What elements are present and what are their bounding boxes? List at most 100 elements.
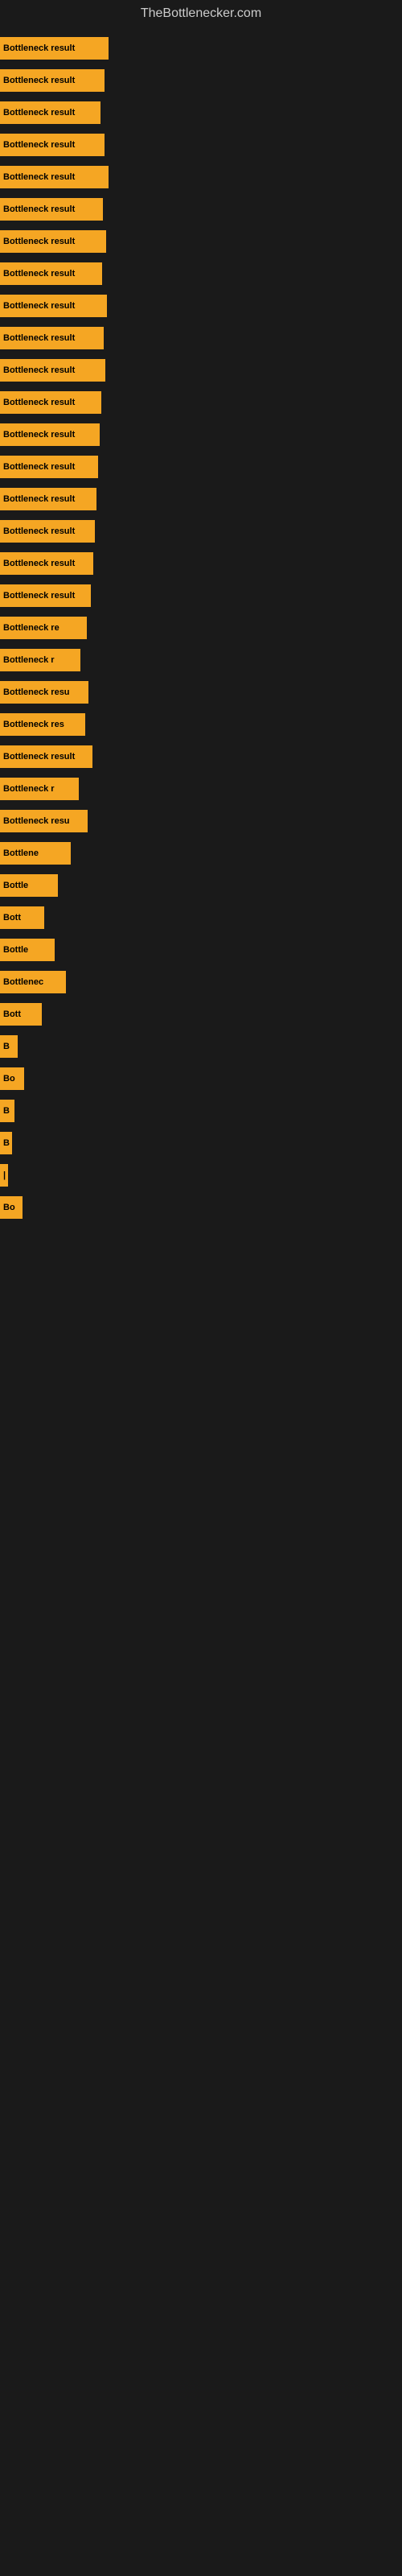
bar-label-12: Bottleneck result bbox=[3, 430, 75, 440]
bar-18: Bottleneck re bbox=[0, 617, 87, 639]
bar-row: Bottleneck result bbox=[0, 101, 402, 124]
bar-label-36: Bo bbox=[3, 1203, 15, 1212]
bar-label-9: Bottleneck result bbox=[3, 333, 75, 343]
bar-row: Bottleneck result bbox=[0, 198, 402, 221]
bar-label-16: Bottleneck result bbox=[3, 559, 75, 568]
bar-label-13: Bottleneck result bbox=[3, 462, 75, 472]
bar-label-29: Bottlenec bbox=[3, 977, 43, 987]
bar-label-25: Bottlene bbox=[3, 848, 39, 858]
bar-24: Bottleneck resu bbox=[0, 810, 88, 832]
bar-row: Bottleneck result bbox=[0, 69, 402, 92]
bar-23: Bottleneck r bbox=[0, 778, 79, 800]
bar-label-26: Bottle bbox=[3, 881, 28, 890]
bar-0: Bottleneck result bbox=[0, 37, 109, 60]
bar-row: B bbox=[0, 1132, 402, 1154]
bar-4: Bottleneck result bbox=[0, 166, 109, 188]
bar-row: Bottle bbox=[0, 874, 402, 897]
bar-label-1: Bottleneck result bbox=[3, 76, 75, 85]
bar-row: Bottleneck re bbox=[0, 617, 402, 639]
bar-row: Bottleneck result bbox=[0, 488, 402, 510]
bar-label-2: Bottleneck result bbox=[3, 108, 75, 118]
bar-label-35: | bbox=[3, 1170, 6, 1180]
bar-label-18: Bottleneck re bbox=[3, 623, 59, 633]
bar-2: Bottleneck result bbox=[0, 101, 100, 124]
bar-11: Bottleneck result bbox=[0, 391, 101, 414]
bar-row: Bottlene bbox=[0, 842, 402, 865]
bar-26: Bottle bbox=[0, 874, 58, 897]
bar-row: Bo bbox=[0, 1067, 402, 1090]
bar-row: Bottleneck r bbox=[0, 778, 402, 800]
bar-row: Bott bbox=[0, 906, 402, 929]
bar-label-3: Bottleneck result bbox=[3, 140, 75, 150]
bar-row: Bottleneck r bbox=[0, 649, 402, 671]
bar-10: Bottleneck result bbox=[0, 359, 105, 382]
bar-label-31: B bbox=[3, 1042, 10, 1051]
bar-label-23: Bottleneck r bbox=[3, 784, 55, 794]
bar-label-17: Bottleneck result bbox=[3, 591, 75, 601]
bar-19: Bottleneck r bbox=[0, 649, 80, 671]
bar-label-0: Bottleneck result bbox=[3, 43, 75, 53]
bar-row: Bottle bbox=[0, 939, 402, 961]
bar-33: B bbox=[0, 1100, 14, 1122]
bar-8: Bottleneck result bbox=[0, 295, 107, 317]
bar-35: | bbox=[0, 1164, 8, 1187]
bar-row: Bottleneck result bbox=[0, 552, 402, 575]
bar-15: Bottleneck result bbox=[0, 520, 95, 543]
bar-row: Bottleneck result bbox=[0, 359, 402, 382]
bar-12: Bottleneck result bbox=[0, 423, 100, 446]
bar-label-27: Bott bbox=[3, 913, 21, 923]
bar-label-10: Bottleneck result bbox=[3, 365, 75, 375]
bar-34: B bbox=[0, 1132, 12, 1154]
bar-14: Bottleneck result bbox=[0, 488, 96, 510]
bar-row: Bottleneck resu bbox=[0, 681, 402, 704]
bar-row: Bottleneck result bbox=[0, 295, 402, 317]
bar-27: Bott bbox=[0, 906, 44, 929]
bar-row: Bottleneck result bbox=[0, 745, 402, 768]
bar-row: | bbox=[0, 1164, 402, 1187]
bar-6: Bottleneck result bbox=[0, 230, 106, 253]
bar-label-24: Bottleneck resu bbox=[3, 816, 70, 826]
bar-29: Bottlenec bbox=[0, 971, 66, 993]
bar-32: Bo bbox=[0, 1067, 24, 1090]
bar-20: Bottleneck resu bbox=[0, 681, 88, 704]
bar-label-30: Bott bbox=[3, 1009, 21, 1019]
bar-row: Bottleneck res bbox=[0, 713, 402, 736]
bar-row: Bottleneck result bbox=[0, 456, 402, 478]
bar-label-11: Bottleneck result bbox=[3, 398, 75, 407]
bar-label-22: Bottleneck result bbox=[3, 752, 75, 762]
bar-label-19: Bottleneck r bbox=[3, 655, 55, 665]
bar-row: Bottlenec bbox=[0, 971, 402, 993]
bar-row: B bbox=[0, 1100, 402, 1122]
bars-container: Bottleneck result Bottleneck result Bottle… bbox=[0, 24, 402, 1232]
bar-1: Bottleneck result bbox=[0, 69, 105, 92]
bar-31: B bbox=[0, 1035, 18, 1058]
bar-label-8: Bottleneck result bbox=[3, 301, 75, 311]
bar-22: Bottleneck result bbox=[0, 745, 92, 768]
bar-label-34: B bbox=[3, 1138, 10, 1148]
bar-row: Bottleneck result bbox=[0, 327, 402, 349]
bar-label-21: Bottleneck res bbox=[3, 720, 64, 729]
bar-7: Bottleneck result bbox=[0, 262, 102, 285]
bar-28: Bottle bbox=[0, 939, 55, 961]
bar-row: Bottleneck result bbox=[0, 520, 402, 543]
bar-row: Bottleneck result bbox=[0, 230, 402, 253]
bar-label-20: Bottleneck resu bbox=[3, 687, 70, 697]
bar-30: Bott bbox=[0, 1003, 42, 1026]
bar-17: Bottleneck result bbox=[0, 584, 91, 607]
bar-16: Bottleneck result bbox=[0, 552, 93, 575]
bar-row: B bbox=[0, 1035, 402, 1058]
bar-row: Bottleneck result bbox=[0, 37, 402, 60]
bar-row: Bottleneck result bbox=[0, 423, 402, 446]
bar-row: Bottleneck result bbox=[0, 584, 402, 607]
bar-row: Bottleneck resu bbox=[0, 810, 402, 832]
bar-label-5: Bottleneck result bbox=[3, 204, 75, 214]
bar-label-32: Bo bbox=[3, 1074, 15, 1084]
bar-3: Bottleneck result bbox=[0, 134, 105, 156]
bar-label-33: B bbox=[3, 1106, 10, 1116]
bar-25: Bottlene bbox=[0, 842, 71, 865]
bar-row: Bottleneck result bbox=[0, 262, 402, 285]
site-title: TheBottlenecker.com bbox=[0, 0, 402, 24]
bar-label-15: Bottleneck result bbox=[3, 526, 75, 536]
bar-label-7: Bottleneck result bbox=[3, 269, 75, 279]
bar-label-14: Bottleneck result bbox=[3, 494, 75, 504]
